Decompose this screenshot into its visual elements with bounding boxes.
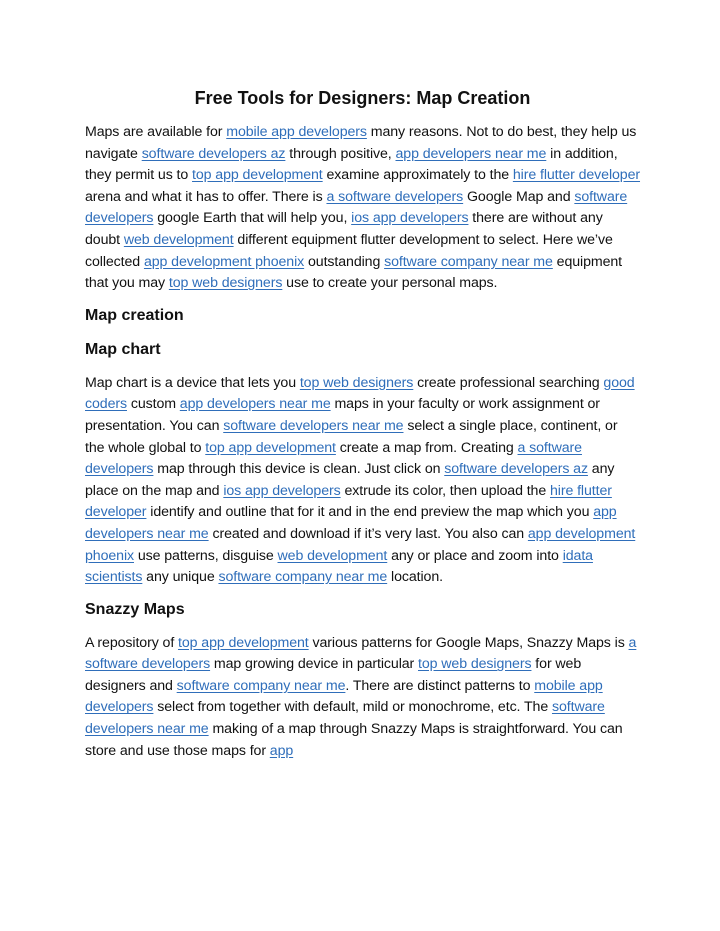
paragraph-text: any or place and zoom into [387, 547, 563, 564]
paragraph-text: various patterns for Google Maps, Snazzy… [308, 634, 629, 651]
body-paragraph: Maps are available for mobile app develo… [85, 122, 640, 295]
inline-link[interactable]: top app development [178, 635, 309, 651]
document-body: Maps are available for mobile app develo… [85, 122, 640, 762]
body-paragraph: A repository of top app development vari… [85, 633, 640, 763]
inline-link[interactable]: app developers near me [180, 396, 331, 412]
section-heading: Snazzy Maps [85, 600, 185, 618]
section-heading: Map chart [85, 340, 161, 358]
inline-link[interactable]: top web designers [169, 275, 283, 291]
paragraph-text: create a map from. Creating [335, 439, 518, 456]
inline-link[interactable]: web development [278, 548, 388, 564]
document-page: Free Tools for Designers: Map Creation M… [85, 84, 640, 772]
inline-link[interactable]: software company near me [384, 254, 553, 270]
paragraph-text: A repository of [85, 634, 179, 651]
paragraph-text: Map chart is a device that lets you [85, 374, 300, 391]
inline-link[interactable]: top app development [192, 167, 323, 183]
paragraph-text: google Earth that will help you, [153, 210, 352, 227]
paragraph-text: arena and what it has to offer. There is [85, 188, 327, 205]
paragraph-text: Maps are available for [85, 124, 227, 140]
paragraph-text: examine approximately to the [322, 167, 513, 184]
paragraph-text: map growing device in particular [210, 656, 419, 673]
paragraph-text: through positive, [285, 145, 396, 162]
inline-link[interactable]: app developers near me [395, 146, 546, 162]
inline-link[interactable]: software developers near me [223, 418, 403, 434]
paragraph-text: Google Map and [463, 188, 575, 205]
body-paragraph: Map chart is a device that lets you top … [85, 373, 640, 589]
inline-link[interactable]: software company near me [218, 569, 387, 585]
paragraph-text: create professional searching [413, 374, 604, 391]
inline-link[interactable]: software developers az [444, 461, 588, 477]
inline-link[interactable]: software developers az [142, 146, 286, 162]
paragraph-text: identify and outline that for it and in … [146, 504, 594, 521]
paragraph-text: extrude its color, then upload the [340, 482, 550, 499]
paragraph-text: created and download if it’s very last. … [208, 525, 528, 542]
section-heading: Map creation [85, 306, 184, 324]
paragraph-text: any unique [142, 569, 219, 586]
document-title: Free Tools for Designers: Map Creation [194, 88, 531, 108]
inline-link[interactable]: a software developers [326, 189, 463, 205]
inline-link[interactable]: mobile app developers [226, 124, 367, 140]
inline-link[interactable]: app development phoenix [144, 254, 304, 270]
inline-link[interactable]: top web designers [300, 375, 414, 391]
paragraph-text: location. [387, 569, 443, 586]
paragraph-text: outstanding [304, 253, 385, 270]
paragraph-text: custom [126, 396, 180, 413]
inline-link[interactable]: software company near me [177, 678, 346, 694]
inline-link[interactable]: hire flutter developer [513, 167, 640, 183]
inline-link[interactable]: top web designers [418, 656, 532, 672]
paragraph-text: . There are distinct patterns to [345, 677, 535, 694]
inline-link[interactable]: ios app developers [223, 483, 340, 499]
paragraph-text: use to create your personal maps. [282, 275, 498, 292]
inline-link[interactable]: web development [124, 232, 234, 248]
inline-link[interactable]: app [270, 743, 293, 759]
paragraph-text: select from together with default, mild … [153, 699, 552, 716]
inline-link[interactable]: top app development [205, 440, 336, 456]
paragraph-text: use patterns, disguise [134, 547, 278, 564]
inline-link[interactable]: ios app developers [351, 210, 468, 226]
paragraph-text: map through this device is clean. Just c… [153, 461, 445, 478]
